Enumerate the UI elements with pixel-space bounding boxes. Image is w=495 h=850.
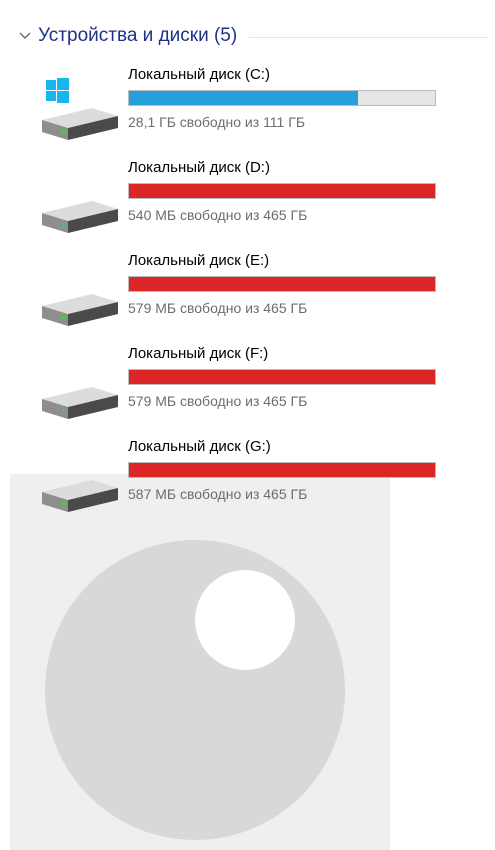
drive-name: Локальный диск (E:) [128,252,270,269]
drive-usage-bar [128,90,436,106]
drive-usage-fill [129,463,435,477]
hard-drive-icon [42,294,118,326]
drive-tile[interactable]: Локальный диск (F:) 579 МБ свободно из 4… [40,345,460,423]
drive-usage-fill [129,370,435,384]
drive-name: Локальный диск (C:) [128,66,270,83]
hard-drive-icon [42,480,118,512]
drive-usage-bar [128,462,436,478]
drive-free-space: 540 МБ свободно из 465 ГБ [128,207,308,223]
drive-free-space: 579 МБ свободно из 465 ГБ [128,300,308,316]
hard-drive-icon [42,78,118,140]
chevron-down-icon[interactable] [18,29,32,43]
drive-name: Локальный диск (G:) [128,438,271,455]
drive-tile[interactable]: Локальный диск (G:) 587 МБ свободно из 4… [40,438,460,516]
drive-usage-fill [129,277,435,291]
windows-logo-icon [46,78,69,103]
group-header-devices[interactable]: Устройства и диски (5) [18,24,488,48]
hard-drive-icon [42,387,118,419]
drive-usage-bar [128,183,436,199]
drive-tile[interactable]: Локальный диск (D:) 540 МБ свободно из 4… [40,159,460,237]
drive-usage-bar [128,276,436,292]
drive-free-space: 587 МБ свободно из 465 ГБ [128,486,308,502]
group-divider [249,36,488,38]
group-title: Устройства и диски (5) [38,25,238,46]
drive-usage-fill [129,184,435,198]
drive-name: Локальный диск (F:) [128,345,269,362]
drive-tile[interactable]: Локальный диск (C:) 28,1 ГБ свободно из … [40,66,460,144]
drive-free-space: 579 МБ свободно из 465 ГБ [128,393,308,409]
drive-usage-bar [128,369,436,385]
drive-tile[interactable]: Локальный диск (E:) 579 МБ свободно из 4… [40,252,460,330]
hard-drive-icon [42,201,118,233]
drive-free-space: 28,1 ГБ свободно из 111 ГБ [128,114,306,130]
drive-usage-fill [129,91,358,105]
drive-name: Локальный диск (D:) [128,159,270,176]
